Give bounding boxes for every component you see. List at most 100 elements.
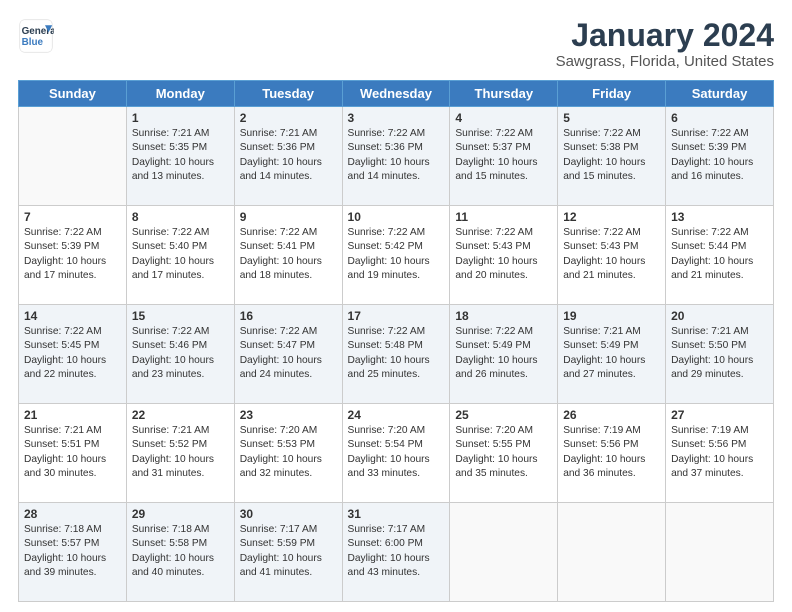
day-number: 9 bbox=[240, 210, 337, 224]
day-info: Sunrise: 7:21 AM Sunset: 5:52 PM Dayligh… bbox=[132, 424, 229, 481]
day-info: Sunrise: 7:21 AM Sunset: 5:35 PM Dayligh… bbox=[132, 127, 229, 184]
day-info: Sunrise: 7:18 AM Sunset: 5:58 PM Dayligh… bbox=[132, 523, 229, 580]
calendar-week-row: 14Sunrise: 7:22 AM Sunset: 5:45 PM Dayli… bbox=[19, 305, 774, 404]
table-row: 1Sunrise: 7:21 AM Sunset: 5:35 PM Daylig… bbox=[126, 107, 234, 206]
header-sunday: Sunday bbox=[19, 81, 127, 107]
day-info: Sunrise: 7:17 AM Sunset: 6:00 PM Dayligh… bbox=[348, 523, 445, 580]
table-row: 31 Sunrise: 7:17 AM Sunset: 6:00 PM Dayli… bbox=[342, 503, 450, 602]
day-info: Sunrise: 7:22 AM Sunset: 5:47 PM Dayligh… bbox=[240, 325, 337, 382]
table-row: 12Sunrise: 7:22 AM Sunset: 5:43 PM Dayli… bbox=[558, 206, 666, 305]
day-info: Sunrise: 7:22 AM Sunset: 5:46 PM Dayligh… bbox=[132, 325, 229, 382]
day-info: Sunrise: 7:22 AM Sunset: 5:42 PM Dayligh… bbox=[348, 226, 445, 283]
table-row: 8 Sunrise: 7:22 AM Sunset: 5:40 PM Daylig… bbox=[126, 206, 234, 305]
table-row: 24Sunrise: 7:20 AM Sunset: 5:54 PM Dayli… bbox=[342, 404, 450, 503]
calendar-week-row: 7Sunrise: 7:22 AM Sunset: 5:39 PM Daylig… bbox=[19, 206, 774, 305]
day-number: 25 bbox=[455, 408, 552, 422]
day-number: 22 bbox=[132, 408, 229, 422]
table-row: 15 Sunrise: 7:22 AM Sunset: 5:46 PM Dayli… bbox=[126, 305, 234, 404]
day-info: Sunrise: 7:22 AM Sunset: 5:41 PM Dayligh… bbox=[240, 226, 337, 283]
table-row bbox=[558, 503, 666, 602]
day-info: Sunrise: 7:22 AM Sunset: 5:43 PM Dayligh… bbox=[563, 226, 660, 283]
day-number: 5 bbox=[563, 111, 660, 125]
table-row: 10 Sunrise: 7:22 AM Sunset: 5:42 PM Dayli… bbox=[342, 206, 450, 305]
day-info: Sunrise: 7:22 AM Sunset: 5:40 PM Dayligh… bbox=[132, 226, 229, 283]
day-info: Sunrise: 7:17 AM Sunset: 5:59 PM Dayligh… bbox=[240, 523, 337, 580]
table-row: 13 Sunrise: 7:22 AM Sunset: 5:44 PM Dayli… bbox=[666, 206, 774, 305]
day-number: 19 bbox=[563, 309, 660, 323]
table-row bbox=[450, 503, 558, 602]
day-number: 11 bbox=[455, 210, 552, 224]
day-number: 2 bbox=[240, 111, 337, 125]
table-row: 21Sunrise: 7:21 AM Sunset: 5:51 PM Dayli… bbox=[19, 404, 127, 503]
day-number: 16 bbox=[240, 309, 337, 323]
table-row: 18Sunrise: 7:22 AM Sunset: 5:49 PM Dayli… bbox=[450, 305, 558, 404]
day-info: Sunrise: 7:21 AM Sunset: 5:51 PM Dayligh… bbox=[24, 424, 121, 481]
table-row: 17Sunrise: 7:22 AM Sunset: 5:48 PM Dayli… bbox=[342, 305, 450, 404]
day-number: 20 bbox=[671, 309, 768, 323]
day-number: 3 bbox=[348, 111, 445, 125]
table-row: 19 Sunrise: 7:21 AM Sunset: 5:49 PM Dayli… bbox=[558, 305, 666, 404]
header-monday: Monday bbox=[126, 81, 234, 107]
calendar-subtitle: Sawgrass, Florida, United States bbox=[556, 53, 774, 70]
day-info: Sunrise: 7:18 AM Sunset: 5:57 PM Dayligh… bbox=[24, 523, 121, 580]
table-row bbox=[19, 107, 127, 206]
day-number: 10 bbox=[348, 210, 445, 224]
table-row: 3 Sunrise: 7:22 AM Sunset: 5:36 PM Daylig… bbox=[342, 107, 450, 206]
table-row: 25 Sunrise: 7:20 AM Sunset: 5:55 PM Dayli… bbox=[450, 404, 558, 503]
day-info: Sunrise: 7:20 AM Sunset: 5:53 PM Dayligh… bbox=[240, 424, 337, 481]
table-row: 23 Sunrise: 7:20 AM Sunset: 5:53 PM Dayli… bbox=[234, 404, 342, 503]
day-info: Sunrise: 7:21 AM Sunset: 5:36 PM Dayligh… bbox=[240, 127, 337, 184]
day-info: Sunrise: 7:21 AM Sunset: 5:49 PM Dayligh… bbox=[563, 325, 660, 382]
table-row: 7Sunrise: 7:22 AM Sunset: 5:39 PM Daylig… bbox=[19, 206, 127, 305]
table-row: 30 Sunrise: 7:17 AM Sunset: 5:59 PM Dayli… bbox=[234, 503, 342, 602]
day-info: Sunrise: 7:22 AM Sunset: 5:49 PM Dayligh… bbox=[455, 325, 552, 382]
day-info: Sunrise: 7:22 AM Sunset: 5:44 PM Dayligh… bbox=[671, 226, 768, 283]
table-row: 2 Sunrise: 7:21 AM Sunset: 5:36 PM Daylig… bbox=[234, 107, 342, 206]
header-wednesday: Wednesday bbox=[342, 81, 450, 107]
weekday-header-row: Sunday Monday Tuesday Wednesday Thursday… bbox=[19, 81, 774, 107]
day-number: 31 bbox=[348, 507, 445, 521]
day-number: 6 bbox=[671, 111, 768, 125]
day-number: 8 bbox=[132, 210, 229, 224]
day-info: Sunrise: 7:22 AM Sunset: 5:43 PM Dayligh… bbox=[455, 226, 552, 283]
calendar-week-row: 28 Sunrise: 7:18 AM Sunset: 5:57 PM Dayli… bbox=[19, 503, 774, 602]
table-row: 16 Sunrise: 7:22 AM Sunset: 5:47 PM Dayli… bbox=[234, 305, 342, 404]
table-row: 11 Sunrise: 7:22 AM Sunset: 5:43 PM Dayli… bbox=[450, 206, 558, 305]
table-row bbox=[666, 503, 774, 602]
table-row: 28 Sunrise: 7:18 AM Sunset: 5:57 PM Dayli… bbox=[19, 503, 127, 602]
header: General Blue January 2024 Sawgrass, Flor… bbox=[18, 18, 774, 70]
day-number: 17 bbox=[348, 309, 445, 323]
table-row: 14Sunrise: 7:22 AM Sunset: 5:45 PM Dayli… bbox=[19, 305, 127, 404]
logo: General Blue bbox=[18, 18, 54, 54]
day-info: Sunrise: 7:22 AM Sunset: 5:37 PM Dayligh… bbox=[455, 127, 552, 184]
calendar-week-row: 1Sunrise: 7:21 AM Sunset: 5:35 PM Daylig… bbox=[19, 107, 774, 206]
header-saturday: Saturday bbox=[666, 81, 774, 107]
svg-text:Blue: Blue bbox=[22, 37, 44, 48]
header-tuesday: Tuesday bbox=[234, 81, 342, 107]
table-row: 5 Sunrise: 7:22 AM Sunset: 5:38 PM Daylig… bbox=[558, 107, 666, 206]
day-info: Sunrise: 7:22 AM Sunset: 5:36 PM Dayligh… bbox=[348, 127, 445, 184]
day-number: 27 bbox=[671, 408, 768, 422]
calendar-table: Sunday Monday Tuesday Wednesday Thursday… bbox=[18, 80, 774, 602]
header-thursday: Thursday bbox=[450, 81, 558, 107]
table-row: 4Sunrise: 7:22 AM Sunset: 5:37 PM Daylig… bbox=[450, 107, 558, 206]
title-block: January 2024 Sawgrass, Florida, United S… bbox=[556, 18, 774, 70]
day-info: Sunrise: 7:22 AM Sunset: 5:45 PM Dayligh… bbox=[24, 325, 121, 382]
day-number: 13 bbox=[671, 210, 768, 224]
day-info: Sunrise: 7:22 AM Sunset: 5:38 PM Dayligh… bbox=[563, 127, 660, 184]
day-number: 7 bbox=[24, 210, 121, 224]
header-friday: Friday bbox=[558, 81, 666, 107]
day-number: 28 bbox=[24, 507, 121, 521]
day-info: Sunrise: 7:22 AM Sunset: 5:39 PM Dayligh… bbox=[671, 127, 768, 184]
table-row: 20 Sunrise: 7:21 AM Sunset: 5:50 PM Dayli… bbox=[666, 305, 774, 404]
table-row: 27 Sunrise: 7:19 AM Sunset: 5:56 PM Dayli… bbox=[666, 404, 774, 503]
day-number: 15 bbox=[132, 309, 229, 323]
table-row: 29Sunrise: 7:18 AM Sunset: 5:58 PM Dayli… bbox=[126, 503, 234, 602]
day-info: Sunrise: 7:19 AM Sunset: 5:56 PM Dayligh… bbox=[671, 424, 768, 481]
day-number: 23 bbox=[240, 408, 337, 422]
day-number: 30 bbox=[240, 507, 337, 521]
table-row: 22 Sunrise: 7:21 AM Sunset: 5:52 PM Dayli… bbox=[126, 404, 234, 503]
day-info: Sunrise: 7:20 AM Sunset: 5:55 PM Dayligh… bbox=[455, 424, 552, 481]
calendar-title: January 2024 bbox=[556, 18, 774, 53]
day-info: Sunrise: 7:21 AM Sunset: 5:50 PM Dayligh… bbox=[671, 325, 768, 382]
